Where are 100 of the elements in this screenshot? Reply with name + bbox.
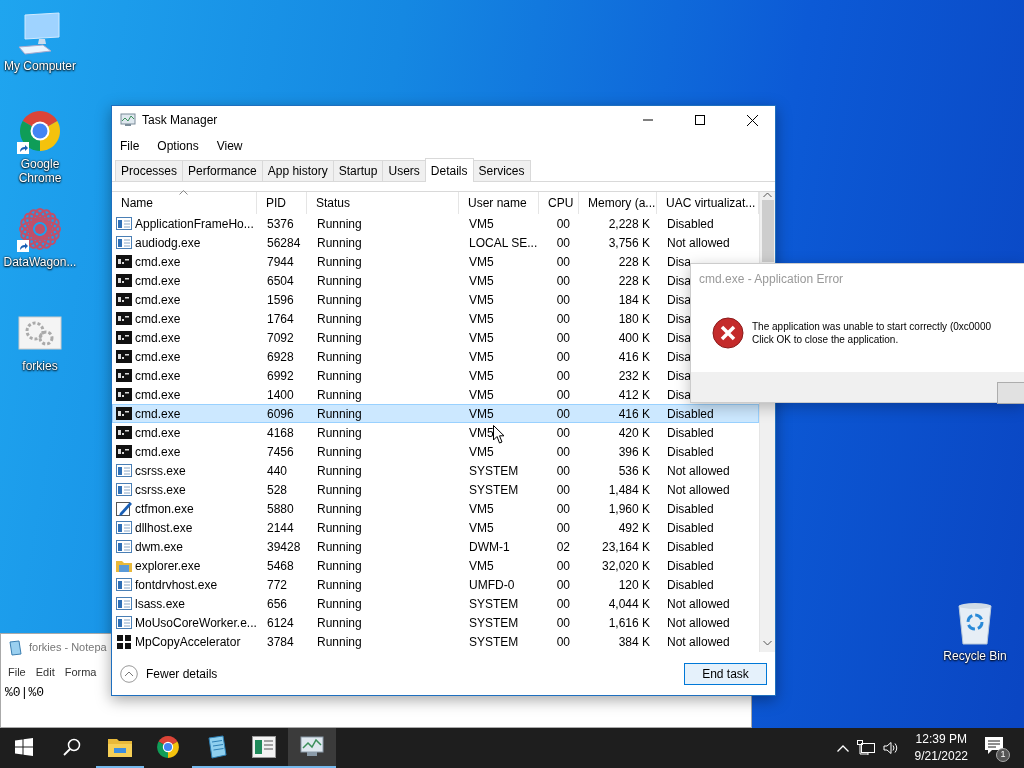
table-cell: SYSTEM (469, 615, 519, 630)
pattern-icon (18, 207, 62, 251)
tab[interactable]: Users (382, 160, 426, 181)
menu-item[interactable]: File (120, 137, 140, 155)
chevron-up-icon[interactable] (836, 744, 849, 752)
table-cell: Not allowed (667, 634, 730, 649)
table-cell: Disa (667, 349, 691, 364)
table-cell: Running (317, 558, 362, 573)
table-cell: VM5 (469, 406, 494, 421)
date-text: 9/21/2022 (914, 748, 968, 765)
table-cell: Disabled (667, 520, 714, 535)
mouse-pointer-icon (493, 425, 505, 444)
window-icon (116, 538, 132, 555)
table-row[interactable]: MpCopyAccelerator 3784 Running SYSTEM 00 384 K Not allowed (112, 632, 759, 651)
table-row[interactable]: cmd.exe 4168 Running VM5 00 420 K Disabled (112, 423, 759, 442)
document-text: %0|%0 (4, 684, 45, 702)
table-cell: 5376 (267, 216, 294, 231)
column-header[interactable]: Memory (a... (579, 192, 657, 214)
table-cell: Running (317, 463, 362, 478)
table-cell: 396 K (618, 444, 650, 459)
menu-item[interactable]: View (216, 137, 243, 155)
table-cell: 120 K (618, 577, 650, 592)
column-header[interactable]: Status (307, 192, 459, 214)
table-cell: Running (317, 330, 362, 345)
dialog-title: cmd.exe - Application Error (698, 271, 845, 288)
error-message: The application was unable to start correctly (0xc0000 (752, 320, 991, 333)
table-row[interactable]: dllhost.exe 2144 Running VM5 00 492 K Disabled (112, 518, 759, 537)
table-cell: 180 K (618, 311, 650, 326)
column-header[interactable]: User name (459, 192, 539, 214)
scroll-thumb[interactable] (761, 200, 774, 262)
tab[interactable]: App history (261, 160, 334, 181)
monitor-icon (120, 113, 136, 127)
table-row[interactable]: ApplicationFrameHo... 5376 Running VM5 00 2,228 K Disabled (112, 214, 759, 233)
table-row[interactable]: cmd.exe 6096 Running VM5 00 416 K Disabled (112, 404, 759, 423)
table-row[interactable]: cmd.exe 1596 Running VM5 00 184 K Disa (112, 290, 690, 309)
table-cell: 00 (556, 634, 570, 649)
column-header[interactable]: CPU (539, 192, 579, 214)
table-row[interactable]: explorer.exe 5468 Running VM5 00 32,020 K Disabled (112, 556, 759, 575)
table-cell: dllhost.exe (135, 519, 193, 536)
table-cell: 00 (556, 349, 570, 364)
console-icon (116, 367, 132, 384)
notification-icon[interactable] (984, 736, 1004, 756)
table-row[interactable]: MoUsoCoreWorker.e... 6124 Running SYSTEM 00 1,616 K Not allowed (112, 613, 759, 632)
table-row[interactable]: cmd.exe 7092 Running VM5 00 400 K Disa (112, 328, 690, 347)
table-cell: Not allowed (667, 235, 730, 250)
collapse-icon[interactable] (120, 664, 138, 683)
menu-item[interactable]: File (8, 663, 26, 681)
start-icon (15, 738, 33, 756)
table-row[interactable]: audiodg.exe 56284 Running LOCAL SE... 00 3,756 K Not allowed (112, 233, 759, 252)
table-cell: Running (317, 577, 362, 592)
table-row[interactable]: csrss.exe 440 Running SYSTEM 00 536 K Not allowed (112, 461, 759, 480)
table-cell: 1,960 K (608, 501, 650, 516)
browser-logo-icon (156, 735, 180, 759)
table-row[interactable]: cmd.exe 7944 Running VM5 00 228 K Disa (112, 252, 690, 271)
close-icon[interactable] (746, 114, 758, 126)
table-cell: 6928 (267, 349, 294, 364)
table-cell: 00 (556, 235, 570, 250)
table-cell: VM5 (469, 273, 494, 288)
column-header[interactable]: Name (112, 192, 257, 214)
table-row[interactable]: cmd.exe 6992 Running VM5 00 232 K Disa (112, 366, 690, 385)
column-header[interactable]: PID (257, 192, 307, 214)
tab[interactable]: Details (424, 158, 474, 182)
network-icon[interactable] (856, 740, 875, 756)
table-cell: Running (317, 292, 362, 307)
table-row[interactable]: cmd.exe 6928 Running VM5 00 416 K Disa (112, 347, 690, 366)
fewer-details-link[interactable]: Fewer details (146, 664, 218, 683)
clock[interactable]: 12:39 PM 9/21/2022 (914, 731, 968, 765)
tab[interactable]: Performance (182, 160, 263, 181)
table-row[interactable]: cmd.exe 1764 Running VM5 00 180 K Disa (112, 309, 690, 328)
table-row[interactable]: cmd.exe 6504 Running VM5 00 228 K Disa (112, 271, 690, 290)
tab[interactable]: Startup (332, 160, 384, 181)
table-cell: MoUsoCoreWorker.e... (135, 614, 257, 631)
menu-item[interactable]: Forma (64, 663, 97, 681)
table-cell: Disabled (667, 425, 714, 440)
table-cell: 6504 (267, 273, 294, 288)
tab[interactable]: Processes (115, 160, 184, 181)
table-cell: Not allowed (667, 463, 730, 478)
table-row[interactable]: ctfmon.exe 5880 Running VM5 00 1,960 K Disabled (112, 499, 759, 518)
console-icon (116, 348, 132, 365)
table-cell: lsass.exe (135, 595, 186, 612)
maximize-icon[interactable] (695, 115, 705, 125)
menu-item[interactable]: Edit (35, 663, 55, 681)
icon-label[interactable]: Recycle Bin (935, 649, 1015, 664)
table-row[interactable]: csrss.exe 528 Running SYSTEM 00 1,484 K Not allowed (112, 480, 759, 499)
taskbar-button[interactable] (288, 728, 336, 768)
menu-item[interactable]: Options (157, 137, 199, 155)
table-cell: Disa (667, 292, 691, 307)
table-cell: 39428 (267, 539, 301, 554)
volume-icon[interactable] (882, 741, 899, 755)
table-cell: cmd.exe (135, 272, 181, 289)
table-row[interactable]: lsass.exe 656 Running SYSTEM 00 4,044 K Not allowed (112, 594, 759, 613)
tab[interactable]: Services (472, 160, 531, 181)
table-row[interactable]: cmd.exe 1400 Running VM5 00 412 K Disa (112, 385, 690, 404)
table-row[interactable]: fontdrvhost.exe 772 Running UMFD-0 00 120 K Disabled (112, 575, 759, 594)
table-cell: SYSTEM (469, 634, 519, 649)
end-task-button[interactable]: End task (684, 662, 767, 685)
table-cell: Disabled (667, 577, 714, 592)
table-cell: Running (317, 311, 362, 326)
table-row[interactable]: dwm.exe 39428 Running DWM-1 02 23,164 K Disabled (112, 537, 759, 556)
table-row[interactable]: cmd.exe 7456 Running VM5 00 396 K Disabled (112, 442, 759, 461)
